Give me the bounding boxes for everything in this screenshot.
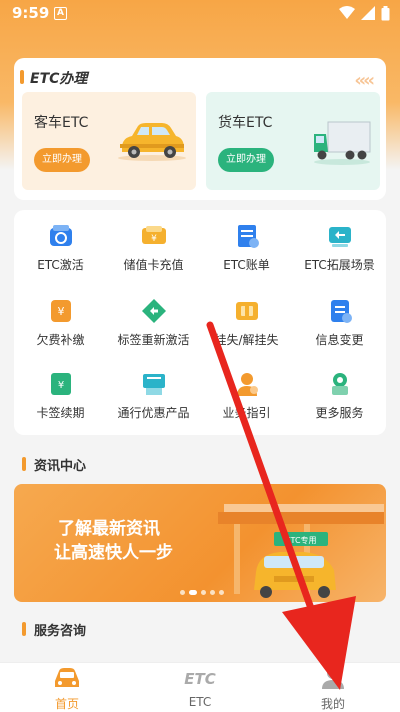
etc-application-card: ETC办理 ‹‹‹‹ 客车ETC 立即办理 货车ETC 立即办理 [14, 58, 386, 200]
bottom-navigation: 首页 ETC ETC 我的 [0, 662, 400, 712]
etc-lane-sign: ETC专用 [285, 535, 316, 545]
service-label: 欠费补缴 [36, 333, 85, 347]
car-etc-label: 客车ETC [34, 115, 89, 131]
nav-mine[interactable]: 我的 [293, 665, 373, 712]
service-label: ETC激活 [37, 258, 84, 272]
stored-card-recharge-icon: ¥ [141, 226, 166, 244]
nav-mine-label: 我的 [320, 697, 345, 711]
service-label: 通行优惠产品 [117, 406, 190, 420]
svg-text:ETC: ETC [184, 670, 216, 688]
service-label: ETC拓展场景 [304, 258, 375, 272]
service-label: 信息变更 [315, 333, 364, 347]
service-label: 卡签续期 [36, 406, 85, 420]
service-grid: ETC激活 ¥ 储值卡充值 ETC账单 ETC拓展场景 ¥ 欠费补缴 标签重新激… [14, 210, 386, 435]
etc-activate-icon [49, 225, 72, 246]
service-etc-scene[interactable]: ETC拓展场景 [293, 210, 386, 282]
nav-home-label: 首页 [54, 697, 79, 711]
banner-headline: 了解最新资讯 [58, 519, 160, 539]
nav-etc[interactable]: ETC ETC [160, 665, 240, 709]
carousel-indicator[interactable] [180, 590, 224, 595]
carousel-dot[interactable] [189, 590, 197, 595]
car-etc-card[interactable]: 客车ETC 立即办理 [22, 92, 196, 190]
signal-icon [361, 6, 375, 20]
service-report-loss[interactable]: 挂失/解挂失 [200, 285, 293, 357]
arrears-payment-icon: ¥ [50, 300, 71, 322]
carousel-dot[interactable] [201, 590, 206, 595]
news-banner[interactable]: 了解最新资讯 让高速快人一步 ETC专用 [14, 484, 386, 602]
etc-logo-icon: ETC [184, 670, 216, 688]
news-section-title: 资讯中心 [22, 455, 86, 474]
notification-icon: A [54, 7, 67, 20]
truck-icon [314, 121, 371, 165]
banner-subheadline: 让高速快人一步 [54, 543, 173, 563]
service-label: 业务指引 [222, 406, 271, 420]
truck-etc-label: 货车ETC [218, 115, 273, 131]
status-time: 9:59 [12, 4, 50, 22]
truck-etc-apply-button[interactable]: 立即办理 [218, 148, 274, 172]
service-tag-reactivate[interactable]: 标签重新激活 [107, 285, 200, 357]
business-guide-icon [236, 373, 258, 396]
service-label: 储值卡充值 [123, 258, 184, 272]
status-bar: 9:59 A [0, 0, 400, 28]
car-etc-apply-button[interactable]: 立即办理 [34, 148, 90, 172]
more-services-icon [331, 373, 348, 395]
toll-discount-icon [142, 374, 165, 395]
nav-etc-label: ETC [188, 695, 212, 709]
card-renew-icon: ¥ [50, 373, 71, 395]
svg-text:¥: ¥ [151, 234, 157, 244]
service-toll-discount[interactable]: 通行优惠产品 [107, 358, 200, 430]
car-home-icon [55, 668, 79, 687]
report-loss-icon [235, 302, 258, 320]
service-label: 更多服务 [315, 406, 364, 420]
service-etc-activate[interactable]: ETC激活 [14, 210, 107, 282]
service-arrears-payment[interactable]: ¥ 欠费补缴 [14, 285, 107, 357]
chevrons-decoration-icon: ‹‹‹‹ [354, 70, 375, 91]
carousel-dot[interactable] [180, 590, 185, 595]
truck-etc-card[interactable]: 货车ETC 立即办理 [206, 92, 380, 190]
etc-section-title: ETC办理 [20, 68, 87, 88]
status-icons [339, 6, 390, 21]
toll-gate-illustration-icon: ETC专用 [218, 504, 384, 598]
consult-section-title: 服务咨询 [22, 620, 86, 639]
service-stored-card-recharge[interactable]: ¥ 储值卡充值 [107, 210, 200, 282]
service-more[interactable]: 更多服务 [293, 358, 386, 430]
service-label: 标签重新激活 [117, 333, 190, 347]
carousel-dot[interactable] [210, 590, 215, 595]
service-info-change[interactable]: 信息变更 [293, 285, 386, 357]
profile-icon [322, 667, 344, 689]
svg-text:¥: ¥ [57, 380, 63, 391]
wifi-icon [339, 6, 355, 19]
etc-scene-icon [328, 227, 351, 247]
svg-text:¥: ¥ [57, 305, 64, 318]
service-label: ETC账单 [223, 258, 270, 272]
battery-icon [381, 6, 390, 21]
nav-home[interactable]: 首页 [27, 665, 107, 712]
service-card-renew[interactable]: ¥ 卡签续期 [14, 358, 107, 430]
service-business-guide[interactable]: 业务指引 [200, 358, 293, 430]
etc-bill-icon [237, 225, 259, 248]
service-etc-bill[interactable]: ETC账单 [200, 210, 293, 282]
car-icon [118, 123, 186, 161]
tag-reactivate-icon [141, 299, 166, 323]
service-label: 挂失/解挂失 [214, 333, 279, 347]
carousel-dot[interactable] [219, 590, 224, 595]
info-change-icon [330, 300, 352, 323]
